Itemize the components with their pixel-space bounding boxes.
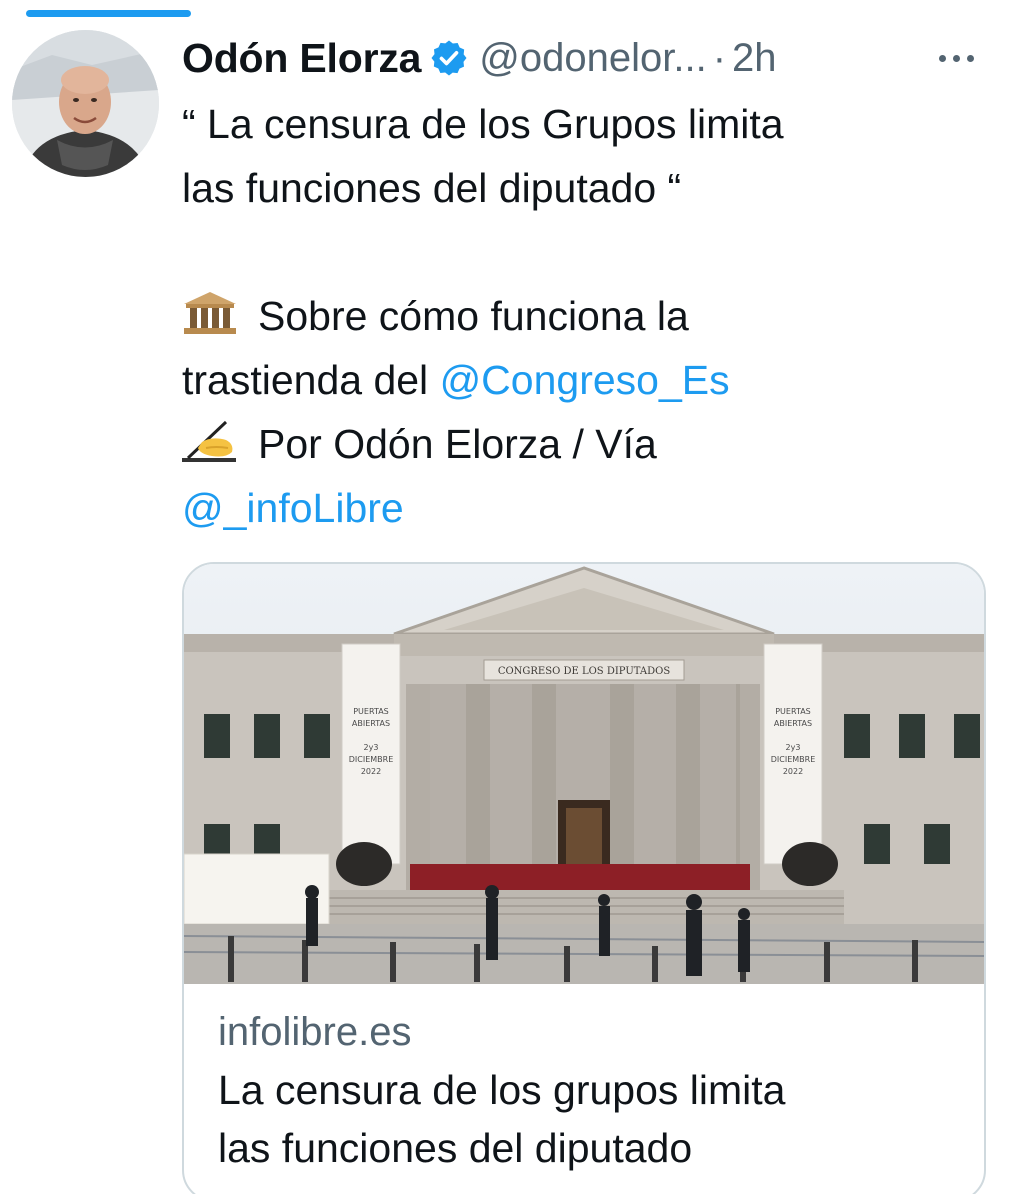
tab-indicator [26,10,191,17]
mention-link-congreso[interactable]: @Congreso_Es [440,357,730,403]
tweet-header: Odón Elorza @odonelor... · 2h [182,30,1002,86]
banner-left-text: ABIERTAS [352,719,390,728]
author-handle[interactable]: @odonelor... [479,36,706,81]
link-preview-card[interactable]: CONGRESO DE LOS DIPUTADOS PUERTAS ABIERT… [182,562,986,1194]
author-name[interactable]: Odón Elorza [182,35,421,82]
card-meta: infolibre.es La censura de los grupos li… [218,1004,964,1176]
congress-building-photo: CONGRESO DE LOS DIPUTADOS PUERTAS ABIERT… [184,564,984,984]
banner-right-text: ABIERTAS [774,719,812,728]
banner-left-text: PUERTAS [353,707,389,716]
tweet-line: Por Odón Elorza / Vía [182,412,982,476]
card-image: CONGRESO DE LOS DIPUTADOS PUERTAS ABIERT… [184,564,984,984]
classical-building-icon [184,292,236,334]
tweet-line-text: Sobre cómo funciona la [258,293,689,339]
card-domain: infolibre.es [218,1010,412,1054]
tweet-line-text: Por Odón Elorza / Vía [258,421,657,467]
banner-left-text: 2y3 [364,743,379,752]
mention-link-infolibre[interactable]: @_infoLibre [182,485,404,531]
tweet-body: “ La censura de los Grupos limita las fu… [182,92,982,540]
more-options-icon[interactable] [939,36,974,80]
banner-right-text: 2y3 [786,743,801,752]
tweet-line: Sobre cómo funciona la [182,284,982,348]
avatar-image [12,30,159,177]
banner-left-text: DICIEMBRE [349,755,394,764]
tweet-timestamp[interactable]: 2h [732,36,777,81]
tweet-line: @_infoLibre [182,476,982,540]
card-title-line: las funciones del diputado [218,1125,693,1171]
writing-hand-icon [182,420,236,462]
banner-left-text: 2022 [361,767,381,776]
tweet-line: trastienda del @Congreso_Es [182,348,982,412]
building-sign: CONGRESO DE LOS DIPUTADOS [498,666,671,677]
separator-dot: · [712,35,727,80]
tweet-line-text: trastienda del [182,357,440,403]
verified-badge-icon [431,40,467,76]
tweet-line: “ La censura de los Grupos limita [182,101,784,147]
banner-right-text: 2022 [783,767,803,776]
tweet-line: las funciones del diputado “ [182,165,682,211]
card-title-line: La censura de los grupos limita [218,1067,786,1113]
banner-right-text: PUERTAS [775,707,811,716]
banner-right-text: DICIEMBRE [771,755,816,764]
avatar[interactable] [12,30,159,177]
